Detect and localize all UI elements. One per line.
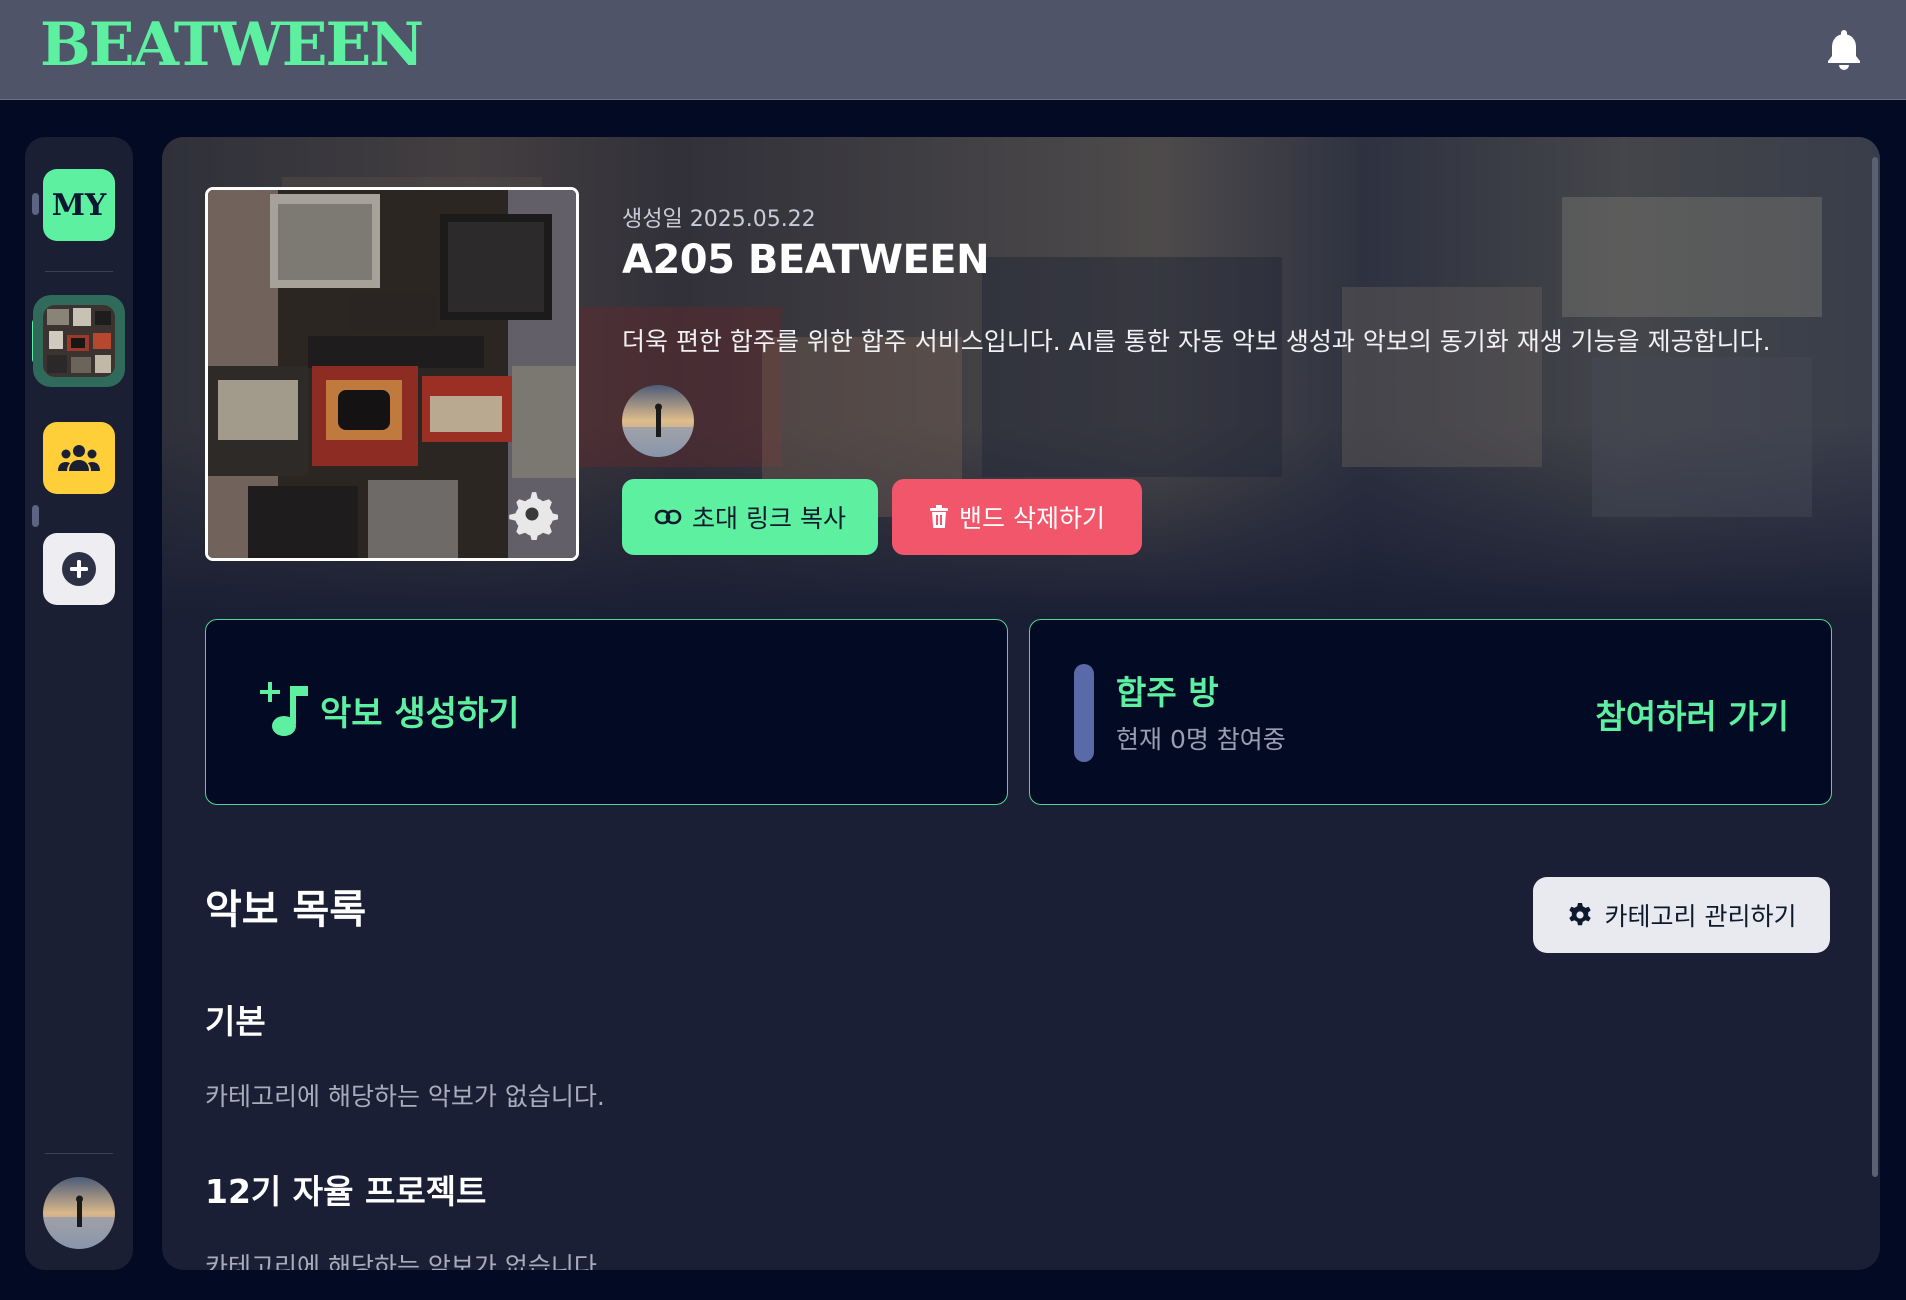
gear-icon[interactable] [508, 490, 558, 540]
category-empty-text: 카테고리에 해당하는 악보가 없습니다. [205, 1082, 605, 1111]
score-list-title: 악보 목록 [205, 887, 367, 933]
sidebar-indicator [32, 505, 39, 527]
sidebar-indicator [32, 193, 39, 215]
category-title: 12기 자율 프로젝트 [205, 1172, 487, 1211]
plus-circle-icon [62, 552, 96, 586]
scrollbar[interactable] [1872, 157, 1878, 1177]
member-avatar[interactable] [622, 385, 694, 457]
create-score-label: 악보 생성하기 [320, 694, 520, 734]
gear-icon [1568, 903, 1591, 926]
sidebar-item-add[interactable] [43, 533, 115, 605]
link-icon [654, 509, 682, 525]
delete-band-label: 밴드 삭제하기 [959, 504, 1105, 533]
manage-categories-button[interactable]: 카테고리 관리하기 [1533, 877, 1830, 953]
user-avatar[interactable] [43, 1177, 115, 1249]
sidebar-divider [45, 1153, 113, 1154]
copy-invite-link-button[interactable]: 초대 링크 복사 [622, 479, 878, 555]
manage-categories-label: 카테고리 관리하기 [1604, 902, 1797, 931]
create-score-card[interactable]: 악보 생성하기 [205, 619, 1008, 805]
band-name: A205 BEATWEEN [622, 237, 990, 283]
copy-invite-link-label: 초대 링크 복사 [692, 504, 846, 533]
delete-band-button[interactable]: 밴드 삭제하기 [892, 479, 1142, 555]
band-thumbnail [43, 305, 115, 377]
room-title: 합주 방 [1116, 673, 1219, 712]
sidebar-item-my[interactable]: MY [43, 169, 115, 241]
music-note-add-icon [260, 682, 308, 736]
sidebar: MY [25, 137, 133, 1270]
band-cover-image[interactable] [205, 187, 579, 561]
category-title: 기본 [205, 1002, 266, 1041]
main-panel: 생성일 2025.05.22 A205 BEATWEEN 더욱 편한 합주를 위… [162, 137, 1880, 1270]
sidebar-divider [45, 271, 113, 272]
group-icon [58, 445, 100, 471]
room-participant-count: 현재 0명 참여중 [1116, 725, 1286, 754]
top-bar: BEATWEEN [0, 0, 1906, 100]
bell-icon[interactable] [1826, 28, 1862, 72]
jam-room-card: 합주 방 현재 0명 참여중 참여하러 가기 [1029, 619, 1832, 805]
sidebar-item-band[interactable] [33, 295, 125, 387]
category-empty-text: 카테고리에 해당하는 악보가 없습니다. [205, 1252, 605, 1270]
sidebar-item-group[interactable] [43, 422, 115, 494]
created-date: 생성일 2025.05.22 [622, 207, 816, 232]
room-status-bar [1074, 664, 1094, 762]
app-logo[interactable]: BEATWEEN [40, 10, 424, 80]
join-room-link[interactable]: 참여하러 가기 [1595, 690, 1789, 738]
trash-icon [930, 505, 949, 528]
band-header: 생성일 2025.05.22 A205 BEATWEEN 더욱 편한 합주를 위… [162, 137, 1880, 617]
band-description: 더욱 편한 합주를 위한 합주 서비스입니다. AI를 통한 자동 악보 생성과… [622, 327, 1771, 356]
